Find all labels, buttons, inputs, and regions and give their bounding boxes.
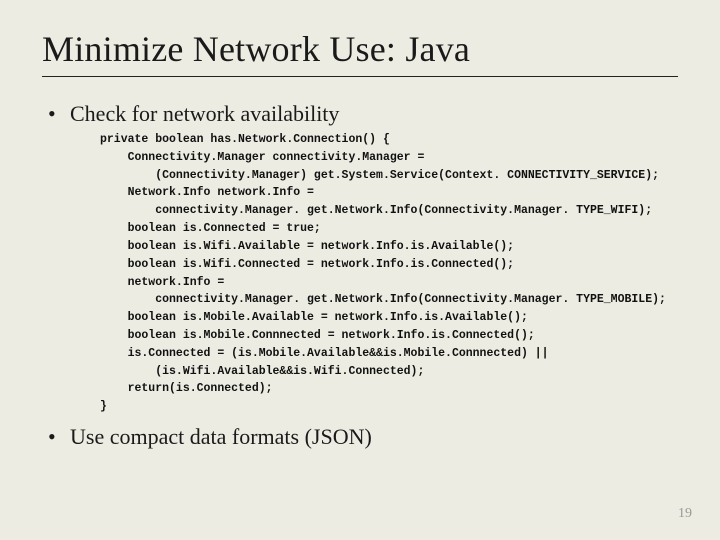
bullet-item-2: Use compact data formats (JSON) [48,424,678,450]
slide: Minimize Network Use: Java Check for net… [0,0,720,450]
title-underline [42,76,678,77]
page-number: 19 [678,506,692,522]
bullet-list: Check for network availability private b… [48,101,678,450]
bullet-item-1: Check for network availability private b… [48,101,678,416]
slide-title: Minimize Network Use: Java [42,28,678,70]
code-block: private boolean has.Network.Connection()… [100,131,678,416]
bullet-text-1: Check for network availability [70,101,339,126]
bullet-text-2: Use compact data formats (JSON) [70,424,372,449]
